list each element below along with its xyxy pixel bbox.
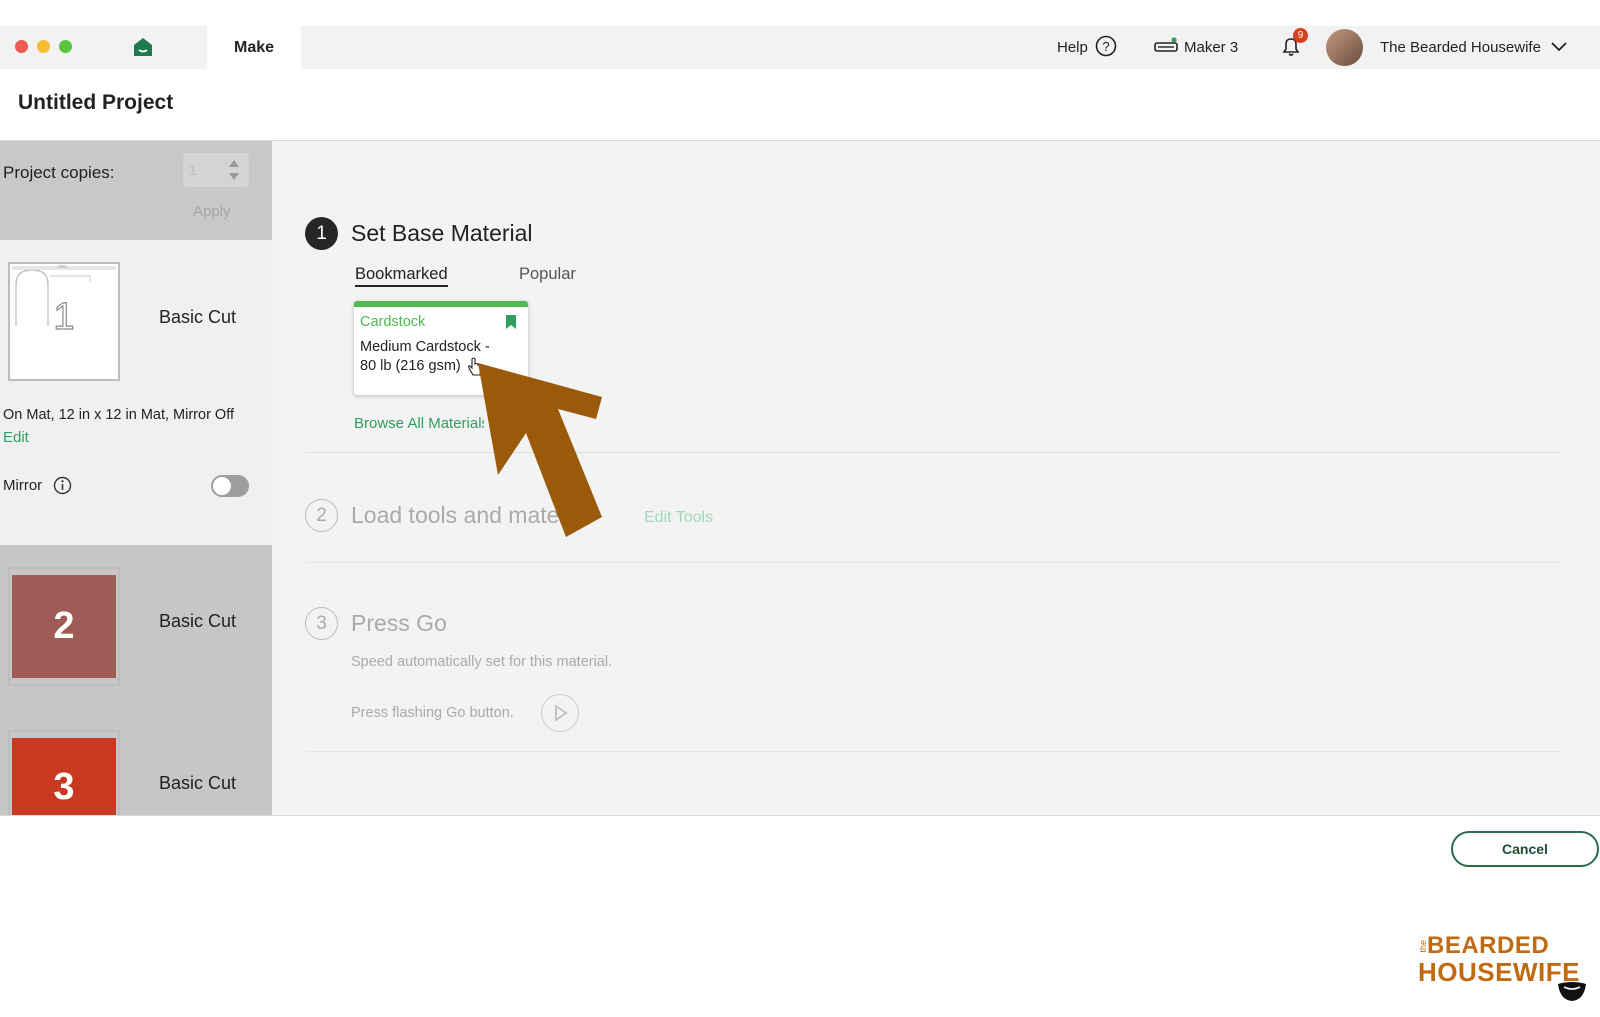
question-circle-icon: ? <box>1095 35 1117 61</box>
make-steps-panel: 1 Set Base Material Bookmarked Popular C… <box>272 141 1600 815</box>
svg-text:?: ? <box>1102 39 1109 54</box>
annotation-arrow-icon <box>478 363 602 537</box>
info-icon[interactable] <box>53 476 72 500</box>
mat-info: On Mat, 12 in x 12 in Mat, Mirror Off <box>3 407 235 423</box>
go-button-icon <box>541 694 579 732</box>
step-2-number: 2 <box>305 499 338 532</box>
notifications-button[interactable]: 9 <box>1279 26 1308 69</box>
copies-value: 1 <box>189 162 197 178</box>
tab-popular[interactable]: Popular <box>519 265 576 284</box>
mat-label: Basic Cut <box>159 773 237 793</box>
bookmark-icon[interactable] <box>505 314 517 335</box>
step-divider <box>305 751 1561 752</box>
mat-number: 2 <box>53 605 75 647</box>
step-divider <box>305 562 1561 563</box>
speed-info-text: Speed automatically set for this materia… <box>351 654 613 670</box>
brand-logo: the BEARDED HOUSEWIFE <box>1418 932 1588 1002</box>
beard-icon <box>1556 980 1588 1007</box>
mat-thumbnail-2[interactable]: 2 <box>8 567 120 686</box>
close-window-button[interactable] <box>15 40 28 53</box>
mat-label: Basic Cut <box>159 611 237 631</box>
avatar[interactable] <box>1326 29 1363 66</box>
notification-badge: 9 <box>1293 28 1308 43</box>
tab-make[interactable]: Make <box>207 26 301 69</box>
stepper-arrows-icon[interactable] <box>227 156 241 189</box>
step-3-title: Press Go <box>351 610 447 636</box>
step-1-title: Set Base Material <box>351 220 533 246</box>
mirror-toggle[interactable] <box>211 475 249 497</box>
edit-mat-link[interactable]: Edit <box>3 429 29 446</box>
material-name-line1: Medium Cardstock - <box>360 339 490 355</box>
mat-label: Basic Cut <box>159 307 237 327</box>
machine-selector[interactable]: Maker 3 <box>1154 26 1238 69</box>
machine-label: Maker 3 <box>1184 39 1239 56</box>
home-icon[interactable] <box>133 37 153 62</box>
mat-list-inactive: 2 Basic Cut 3 Basic Cut <box>0 545 272 815</box>
material-category: Cardstock <box>360 314 426 330</box>
machine-icon <box>1154 36 1178 59</box>
mat-sidebar: Project copies: 1 Apply 1 Basic Cut On M… <box>0 141 272 815</box>
logo-line1: BEARDED <box>1427 932 1550 959</box>
mat-number: 1 <box>53 295 75 338</box>
user-menu[interactable]: The Bearded Housewife <box>1380 26 1567 69</box>
project-copies-label: Project copies: <box>3 163 115 182</box>
edit-tools-link[interactable]: Edit Tools <box>644 509 713 527</box>
user-name: The Bearded Housewife <box>1380 39 1541 56</box>
page-title: Untitled Project <box>18 91 174 114</box>
title-bar: Make Help ? Maker 3 9 The Bearded Housew… <box>0 26 1600 69</box>
footer-bar: Cancel <box>0 815 1600 876</box>
project-copies-stepper[interactable]: 1 <box>183 153 249 187</box>
minimize-window-button[interactable] <box>37 40 50 53</box>
project-copies-panel: Project copies: 1 Apply <box>0 141 272 240</box>
step-1-number: 1 <box>305 217 338 250</box>
mirror-label: Mirror <box>3 477 43 494</box>
mat-thumbnail-3[interactable]: 3 <box>8 730 120 815</box>
help-label: Help <box>1057 39 1088 56</box>
tab-bookmarked[interactable]: Bookmarked <box>355 265 448 287</box>
cancel-button[interactable]: Cancel <box>1451 831 1599 867</box>
help-button[interactable]: Help ? <box>1057 26 1117 69</box>
project-header: Untitled Project <box>0 69 1600 141</box>
material-name-line2: 80 lb (216 gsm) <box>360 358 461 374</box>
press-go-text: Press flashing Go button. <box>351 705 514 721</box>
mat-number: 3 <box>53 766 75 808</box>
chevron-down-icon <box>1551 39 1567 56</box>
mat-thumbnail-1[interactable]: 1 <box>8 262 120 381</box>
maximize-window-button[interactable] <box>59 40 72 53</box>
apply-button[interactable]: Apply <box>193 203 231 220</box>
step-3-number: 3 <box>305 607 338 640</box>
